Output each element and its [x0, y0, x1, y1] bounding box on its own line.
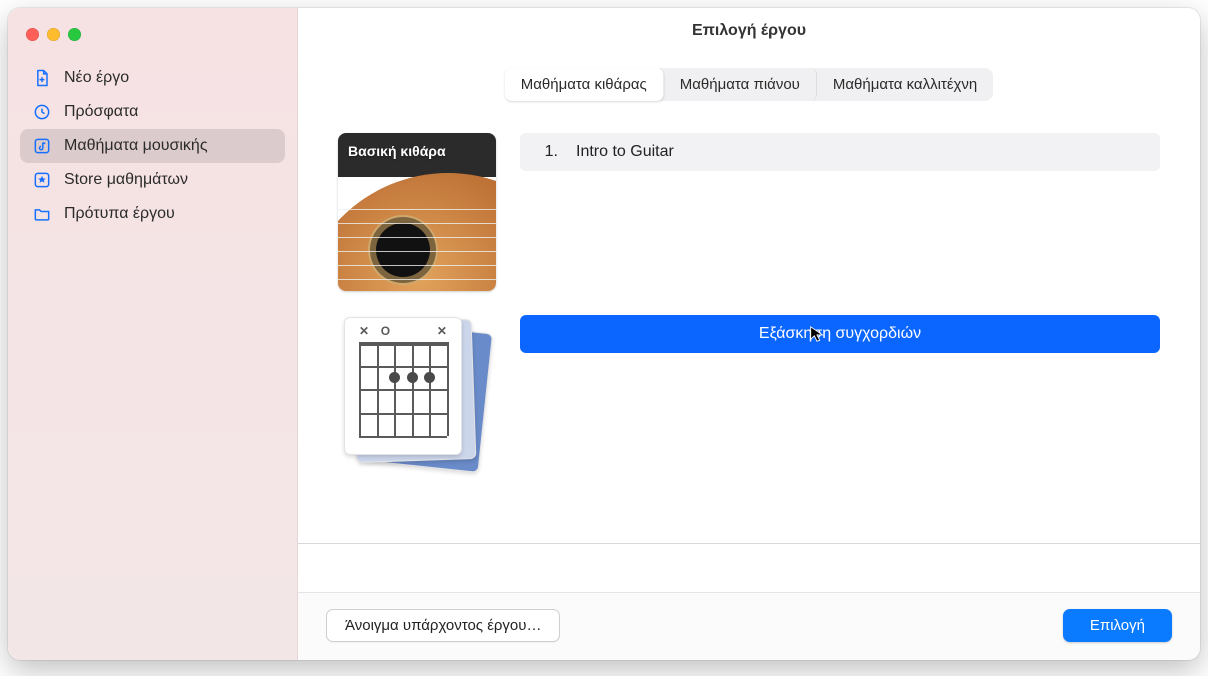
zoom-window-button[interactable]	[68, 28, 81, 41]
close-window-button[interactable]	[26, 28, 39, 41]
lesson-number: 1.	[538, 143, 558, 161]
sidebar-item-label: Νέο έργο	[64, 69, 129, 87]
minimize-window-button[interactable]	[47, 28, 60, 41]
clock-icon	[32, 102, 52, 122]
window-title: Επιλογή έργου	[298, 8, 1200, 50]
thumb-basic-guitar[interactable]: Βασική κιθάρα	[338, 133, 496, 291]
lesson-group-chord-trainer: ✕O✕ Εξάσκηση συγχ	[338, 315, 1160, 473]
lesson-group-basic-guitar: Βασική κιθάρα 1. Intro to Guitar	[338, 133, 1160, 291]
thumb-caption: Βασική κιθάρα	[348, 143, 446, 159]
sidebar-item-label: Store μαθημάτων	[64, 171, 188, 189]
star-box-icon	[32, 170, 52, 190]
footer-bar: Άνοιγμα υπάρχοντος έργου… Επιλογή	[298, 592, 1200, 660]
lesson-row-chord-trainer[interactable]: Εξάσκηση συγχορδιών	[520, 315, 1160, 353]
sidebar-item-label: Μαθήματα μουσικής	[64, 137, 208, 155]
lesson-category-tabs: Μαθήματα κιθάρας Μαθήματα πιάνου Μαθήματ…	[298, 50, 1200, 109]
document-plus-icon	[32, 68, 52, 88]
lesson-title: Intro to Guitar	[576, 143, 674, 161]
folder-icon	[32, 204, 52, 224]
sidebar: Νέο έργο Πρόσφατα	[8, 8, 298, 660]
thumb-chord-trainer[interactable]: ✕O✕	[338, 315, 496, 473]
sidebar-item-label: Πρότυπα έργου	[64, 205, 175, 223]
sidebar-item-label: Πρόσφατα	[64, 103, 138, 121]
tab-guitar-lessons[interactable]: Μαθήματα κιθάρας	[505, 68, 664, 101]
tab-artist-lessons[interactable]: Μαθήματα καλλιτέχνη	[817, 68, 993, 101]
sidebar-list: Νέο έργο Πρόσφατα	[8, 59, 297, 233]
sidebar-item-music-lessons[interactable]: Μαθήματα μουσικής	[20, 129, 285, 163]
segmented-control: Μαθήματα κιθάρας Μαθήματα πιάνου Μαθήματ…	[505, 68, 994, 101]
sidebar-item-project-templates[interactable]: Πρότυπα έργου	[20, 197, 285, 231]
project-chooser-window: Νέο έργο Πρόσφατα	[8, 8, 1200, 660]
lesson-row-intro-to-guitar[interactable]: 1. Intro to Guitar	[520, 133, 1160, 171]
tab-piano-lessons[interactable]: Μαθήματα πιάνου	[664, 68, 817, 101]
lesson-title: Εξάσκηση συγχορδιών	[759, 325, 921, 343]
open-existing-project-button[interactable]: Άνοιγμα υπάρχοντος έργου…	[326, 609, 560, 642]
sidebar-item-lesson-store[interactable]: Store μαθημάτων	[20, 163, 285, 197]
sidebar-item-recent[interactable]: Πρόσφατα	[20, 95, 285, 129]
music-note-icon	[32, 136, 52, 156]
window-controls	[8, 22, 297, 59]
sidebar-item-new-project[interactable]: Νέο έργο	[20, 61, 285, 95]
lessons-grid: Βασική κιθάρα 1. Intro to Guitar	[298, 109, 1200, 543]
choose-button[interactable]: Επιλογή	[1063, 609, 1172, 642]
content-area: Επιλογή έργου Μαθήματα κιθάρας Μαθήματα …	[298, 8, 1200, 660]
